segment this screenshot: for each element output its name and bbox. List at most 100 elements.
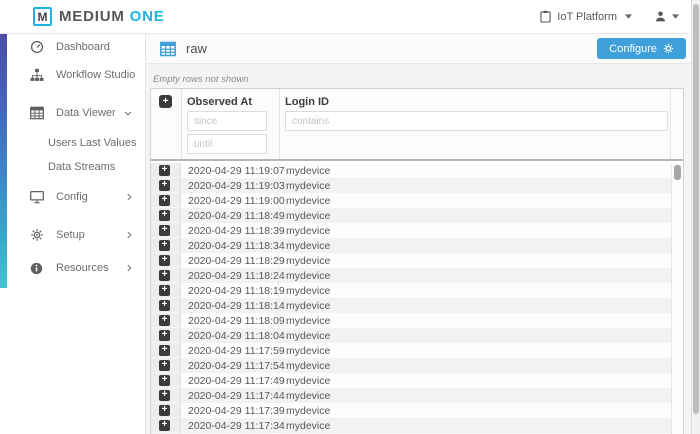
row-expand-cell <box>151 343 181 358</box>
login-id-cell: mydevice <box>279 285 671 297</box>
gears-icon <box>28 228 45 242</box>
column-header-login-id[interactable]: Login ID <box>285 96 329 108</box>
login-id-cell: mydevice <box>279 360 671 372</box>
expand-row-button[interactable] <box>159 195 170 206</box>
table-row: 2020-04-29 11:17:44 mydevice <box>151 388 671 403</box>
table-row: 2020-04-29 11:17:34 mydevice <box>151 418 671 433</box>
login-id-cell: mydevice <box>279 420 671 432</box>
table-scrollbar-thumb[interactable] <box>674 165 681 180</box>
brand-mark-letter: M <box>38 11 48 23</box>
column-header-observed-at[interactable]: Observed At <box>187 96 252 108</box>
chevron-right-icon <box>127 231 132 239</box>
row-expand-cell <box>151 298 181 313</box>
expand-row-button[interactable] <box>159 300 170 311</box>
expand-row-button[interactable] <box>159 270 170 281</box>
since-filter-input[interactable] <box>187 111 267 131</box>
table-row: 2020-04-29 11:18:14 mydevice <box>151 298 671 313</box>
row-expand-cell <box>151 253 181 268</box>
workflow-icon <box>28 68 45 82</box>
sidebar-item-data-viewer[interactable]: Data Viewer <box>0 103 145 123</box>
user-menu[interactable] <box>654 10 679 23</box>
observed-at-cell: 2020-04-29 11:18:39 <box>181 223 279 238</box>
table-row: 2020-04-29 11:19:00 mydevice <box>151 193 671 208</box>
table-header: Observed At Login ID <box>151 89 683 161</box>
expand-row-button[interactable] <box>159 165 170 176</box>
table-row: 2020-04-29 11:18:29 mydevice <box>151 253 671 268</box>
observed-at-cell: 2020-04-29 11:17:49 <box>181 373 279 388</box>
contains-filter-input[interactable] <box>285 111 668 131</box>
configure-label: Configure <box>609 43 657 55</box>
expand-row-button[interactable] <box>159 210 170 221</box>
sidebar-item-config[interactable]: Config <box>0 187 145 207</box>
expand-row-button[interactable] <box>159 180 170 191</box>
table-row: 2020-04-29 11:17:39 mydevice <box>151 403 671 418</box>
app-window: M MEDIUM ONE IoT Platform <box>0 0 700 434</box>
row-expand-cell <box>151 313 181 328</box>
sidebar-item-workflow-studio[interactable]: Workflow Studio <box>0 65 145 85</box>
login-id-cell: mydevice <box>279 345 671 357</box>
observed-at-cell: 2020-04-29 11:18:29 <box>181 253 279 268</box>
login-id-cell: mydevice <box>279 180 671 192</box>
sidebar-item-dashboard[interactable]: Dashboard <box>0 37 145 57</box>
observed-at-cell: 2020-04-29 11:18:49 <box>181 208 279 223</box>
sidebar-item-label: Resources <box>56 262 109 274</box>
login-id-cell: mydevice <box>279 210 671 222</box>
expand-row-button[interactable] <box>159 240 170 251</box>
observed-at-cell: 2020-04-29 11:19:00 <box>181 193 279 208</box>
observed-at-cell: 2020-04-29 11:18:09 <box>181 313 279 328</box>
expand-row-button[interactable] <box>159 405 170 416</box>
observed-at-cell: 2020-04-29 11:17:54 <box>181 358 279 373</box>
caret-down-icon <box>672 14 679 19</box>
expand-all-button[interactable] <box>159 95 172 108</box>
clipboard-icon <box>540 10 551 23</box>
table-icon <box>160 41 176 57</box>
column-divider <box>279 89 280 159</box>
expand-row-button[interactable] <box>159 255 170 266</box>
expand-row-button[interactable] <box>159 345 170 356</box>
page-scrollbar-thumb[interactable] <box>693 4 699 414</box>
table-row: 2020-04-29 11:17:59 mydevice <box>151 343 671 358</box>
gear-icon <box>663 43 674 54</box>
expand-row-button[interactable] <box>159 315 170 326</box>
observed-at-cell: 2020-04-29 11:19:07 <box>181 163 279 178</box>
row-expand-cell <box>151 373 181 388</box>
table-row: 2020-04-29 11:18:39 mydevice <box>151 223 671 238</box>
page-title: raw <box>186 41 207 56</box>
expand-row-button[interactable] <box>159 285 170 296</box>
table-row: 2020-04-29 11:18:09 mydevice <box>151 313 671 328</box>
platform-menu[interactable]: IoT Platform <box>540 10 632 23</box>
sidebar-item-resources[interactable]: Resources <box>0 258 145 278</box>
login-id-cell: mydevice <box>279 315 671 327</box>
login-id-cell: mydevice <box>279 225 671 237</box>
login-id-cell: mydevice <box>279 300 671 312</box>
login-id-cell: mydevice <box>279 375 671 387</box>
expand-row-button[interactable] <box>159 390 170 401</box>
sidebar-item-label: Data Streams <box>48 161 115 173</box>
page-scrollbar[interactable] <box>691 0 700 434</box>
sidebar-item-users-last-values[interactable]: Users Last Values <box>0 133 145 153</box>
expand-row-button[interactable] <box>159 330 170 341</box>
table-scrollbar[interactable] <box>671 163 683 434</box>
expand-row-button[interactable] <box>159 360 170 371</box>
configure-button[interactable]: Configure <box>597 38 686 59</box>
login-id-cell: mydevice <box>279 405 671 417</box>
sidebar-item-setup[interactable]: Setup <box>0 225 145 245</box>
expand-row-button[interactable] <box>159 225 170 236</box>
brand-name-accent: ONE <box>130 8 165 25</box>
dashboard-icon <box>28 40 45 54</box>
panel-header: raw Configure <box>146 34 691 64</box>
login-id-cell: mydevice <box>279 330 671 342</box>
row-expand-cell <box>151 238 181 253</box>
expand-row-button[interactable] <box>159 420 170 431</box>
table-row: 2020-04-29 11:19:03 mydevice <box>151 178 671 193</box>
expand-row-button[interactable] <box>159 375 170 386</box>
observed-at-cell: 2020-04-29 11:18:04 <box>181 328 279 343</box>
until-filter-input[interactable] <box>187 134 267 154</box>
brand-logo[interactable]: M MEDIUM ONE <box>0 7 165 26</box>
sidebar-item-label: Workflow Studio <box>56 69 135 81</box>
observed-at-cell: 2020-04-29 11:18:24 <box>181 268 279 283</box>
sidebar-item-data-streams[interactable]: Data Streams <box>0 157 145 177</box>
row-expand-cell <box>151 358 181 373</box>
chevron-right-icon <box>127 193 132 201</box>
login-id-cell: mydevice <box>279 240 671 252</box>
